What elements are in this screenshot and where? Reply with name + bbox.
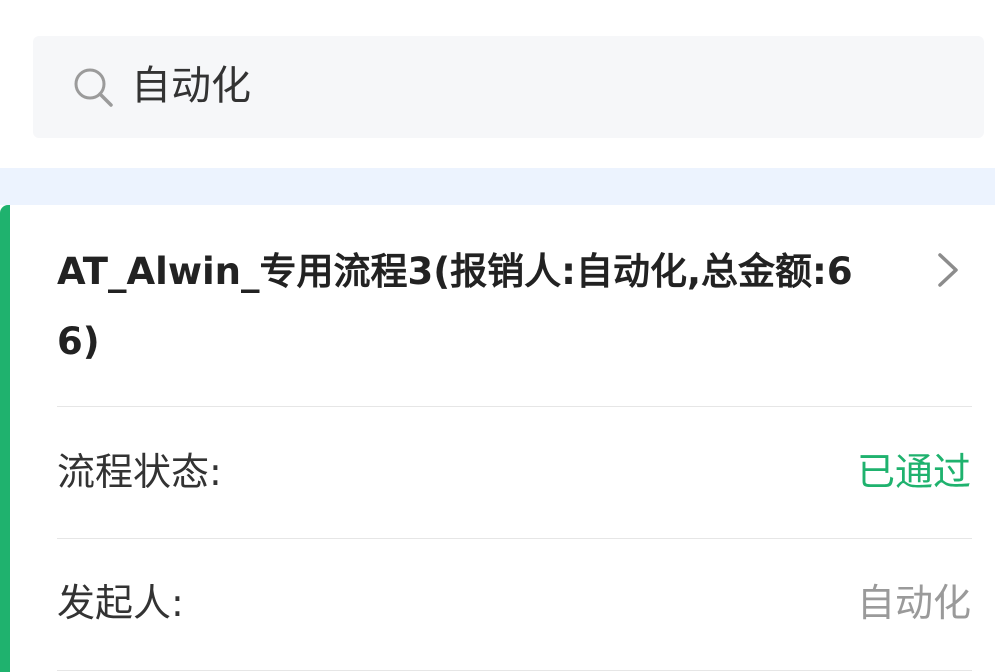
section-band bbox=[0, 168, 995, 205]
chevron-right-icon[interactable] bbox=[932, 250, 964, 290]
initiator-label: 发起人: bbox=[57, 581, 184, 625]
card-accent-bar bbox=[0, 205, 10, 672]
process-status-value: 已通过 bbox=[856, 450, 971, 494]
app-screen: 自动化 AT_Alwin_专用流程3(报销人:自动化,总金额:66) 流程状态:… bbox=[0, 0, 995, 672]
process-title[interactable]: AT_Alwin_专用流程3(报销人:自动化,总金额:66) bbox=[57, 237, 857, 377]
search-icon bbox=[74, 68, 113, 107]
initiator-value: 自动化 bbox=[856, 581, 971, 625]
search-input[interactable]: 自动化 bbox=[131, 60, 251, 112]
divider bbox=[57, 406, 972, 407]
process-status-label: 流程状态: bbox=[57, 450, 222, 494]
divider bbox=[57, 670, 972, 671]
divider bbox=[57, 538, 972, 539]
